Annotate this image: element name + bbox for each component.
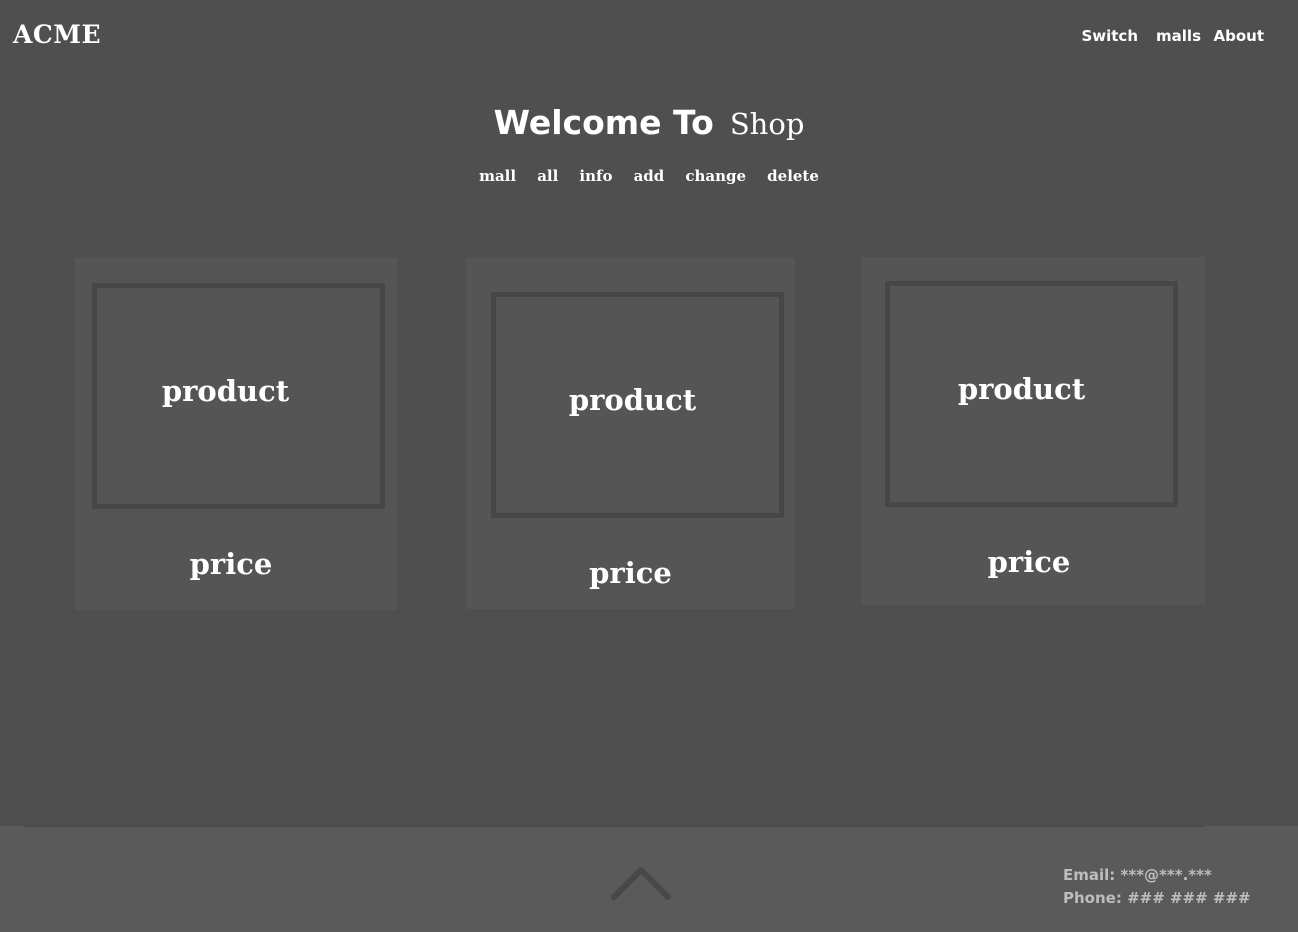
product-price: price [987, 545, 1071, 579]
product-price: price [589, 556, 672, 590]
sub-nav-info-link[interactable]: info [579, 167, 612, 185]
nav-switch-link[interactable]: Switch [1081, 27, 1138, 45]
product-image-placeholder: product [491, 292, 784, 518]
product-name: product [957, 372, 1086, 406]
footer-divider [24, 826, 1204, 827]
email-value: ***@***.*** [1120, 866, 1212, 884]
product-image-placeholder: product [92, 283, 385, 509]
contact-phone: Phone: ### ### ### [1063, 887, 1251, 910]
nav-about-link[interactable]: About [1213, 27, 1264, 45]
nav-malls-link[interactable]: malls [1156, 27, 1201, 45]
contact-email: Email: ***@***.*** [1063, 864, 1251, 887]
contact-info: Email: ***@***.*** Phone: ### ### ### [1063, 864, 1251, 910]
shop-heading: Shop [729, 107, 805, 141]
welcome-heading: Welcome To [493, 103, 714, 142]
product-card[interactable]: product price [75, 258, 397, 610]
shop-sub-nav: mall all info add change delete [0, 166, 1298, 185]
product-image-placeholder: product [885, 281, 1178, 507]
page-title: Welcome To Shop [0, 103, 1298, 142]
product-name: product [161, 374, 290, 408]
sub-nav-change-link[interactable]: change [685, 167, 746, 185]
email-label: Email: [1063, 866, 1116, 884]
chevron-up-icon [611, 867, 671, 900]
product-price: price [189, 547, 273, 581]
product-card[interactable]: product price [861, 257, 1205, 605]
sub-nav-add-link[interactable]: add [634, 167, 665, 185]
sub-nav-mall-link[interactable]: mall [479, 167, 516, 185]
sub-nav-all-link[interactable]: all [537, 167, 558, 185]
back-to-top-button[interactable] [611, 864, 671, 900]
sub-nav-delete-link[interactable]: delete [767, 167, 819, 185]
phone-value: ### ### ### [1127, 889, 1251, 907]
product-card[interactable]: product price [466, 258, 795, 609]
phone-label: Phone: [1063, 889, 1122, 907]
product-name: product [568, 383, 697, 417]
logo[interactable]: ACME [13, 20, 101, 49]
footer: Email: ***@***.*** Phone: ### ### ### [0, 826, 1298, 932]
